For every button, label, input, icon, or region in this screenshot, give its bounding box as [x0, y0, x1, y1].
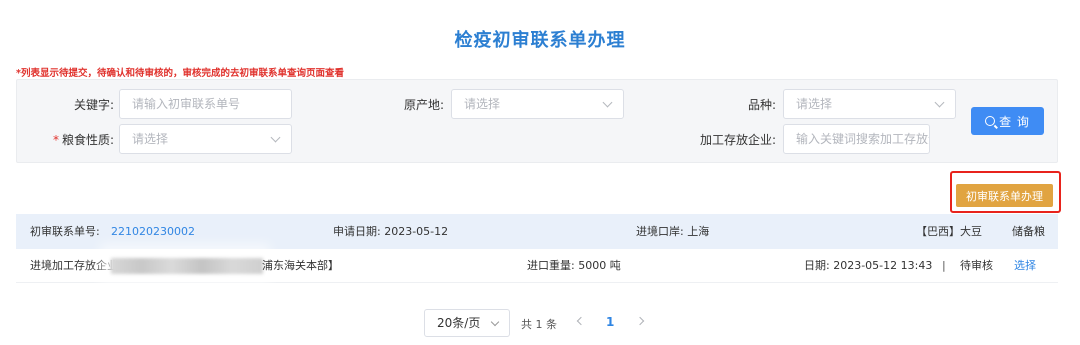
origin-placeholder: 请选择	[464, 97, 501, 111]
storage-company-placeholder: 输入关键词搜索加工存放企业	[796, 132, 929, 146]
page-size-select[interactable]: 20条/页	[424, 309, 510, 337]
variety-label: 品种:	[747, 98, 776, 112]
variety-select[interactable]: 请选择	[783, 89, 956, 119]
keyword-placeholder: 请输入初审联系单号	[132, 97, 241, 111]
chevron-down-icon	[602, 97, 613, 108]
select-link[interactable]: 选择	[1014, 259, 1036, 273]
apply-date: 申请日期: 2023-05-12	[333, 225, 449, 238]
grain-nature-label: * 粮食性质:	[30, 131, 114, 148]
page-size-value: 20条/页	[437, 316, 481, 330]
grain-nature-placeholder: 请选择	[132, 132, 169, 146]
page-title: 检疫初审联系单办理	[454, 30, 626, 51]
keyword-input[interactable]: 请输入初审联系单号	[119, 89, 292, 119]
storage-company-label: 加工存放企业:	[699, 133, 776, 147]
chevron-down-icon	[934, 97, 945, 108]
record-datetime: 日期: 2023-05-12 13:43	[804, 259, 933, 272]
storage-company-suffix: 浦东海关本部】	[262, 259, 339, 272]
record-no-label: 初审联系单号:	[30, 225, 100, 238]
storage-company-input[interactable]: 输入关键词搜索加工存放企业	[783, 124, 930, 154]
grain-category: 储备粮	[1012, 225, 1045, 238]
separator: |	[942, 259, 946, 272]
import-weight: 进口重量: 5000 吨	[527, 259, 621, 272]
country-variety: 【巴西】大豆	[916, 225, 982, 238]
query-button-label: 查 询	[999, 114, 1030, 129]
record-no-link[interactable]: 221020230002	[111, 225, 195, 239]
pagination: 20条/页 共 1 条 1	[0, 309, 1080, 337]
origin-select[interactable]: 请选择	[451, 89, 624, 119]
required-mark: *	[52, 133, 59, 147]
grain-nature-label-text: 粮食性质:	[61, 133, 114, 147]
prev-page-icon[interactable]	[576, 316, 586, 326]
next-page-icon[interactable]	[635, 316, 645, 326]
search-icon	[985, 116, 996, 126]
chevron-down-icon	[490, 317, 500, 327]
status-badge: 待审核	[960, 259, 993, 272]
total-count: 共 1 条	[521, 318, 557, 331]
grain-nature-select[interactable]: 请选择	[119, 124, 292, 154]
entry-port: 进境口岸: 上海	[636, 225, 710, 238]
keyword-label: 关键字:	[73, 98, 114, 112]
current-page[interactable]: 1	[606, 315, 614, 329]
redacted-company-name	[111, 258, 263, 274]
notice-text: *列表显示待提交，待确认和待审核的，审核完成的去初审联系单查询页面查看	[16, 68, 344, 79]
chevron-down-icon	[270, 132, 281, 143]
variety-placeholder: 请选择	[796, 97, 833, 111]
origin-label: 原产地:	[403, 98, 444, 112]
query-button[interactable]: 查 询	[971, 107, 1044, 135]
handle-contact-sheet-button[interactable]: 初审联系单办理	[956, 184, 1053, 207]
